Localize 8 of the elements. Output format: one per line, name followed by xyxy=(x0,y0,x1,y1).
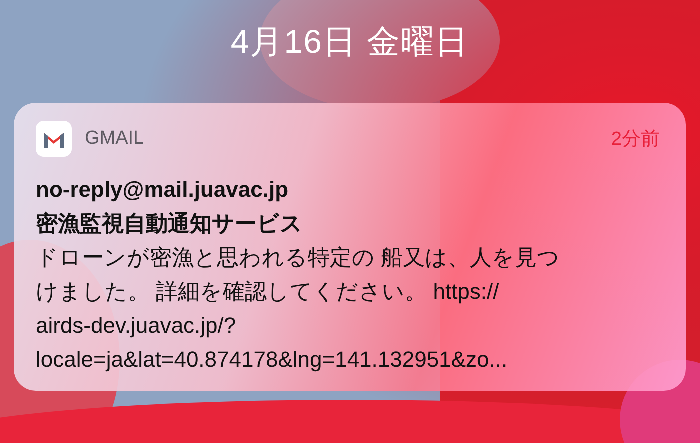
lock-screen-date: 4月16日 金曜日 xyxy=(230,22,470,62)
sender-address: no-reply@mail.juavac.jp xyxy=(36,176,290,204)
notification-subject: 密漁監視自動通知サービス xyxy=(36,210,304,238)
notification-card[interactable]: GMAIL 2分前 no-reply@mail.juavac.jp 密漁監視自動通知サービス ドローンが密漁と思われる特定の 船又は、人を見つ けました。 詳細を確認してください。 https:// airds-dev.juavac.jp/? locale=ja&lat=40.874178&lng=141.132951&zo... xyxy=(14,103,686,391)
app-name: GMAIL xyxy=(85,128,144,150)
notification-body: ドローンが密漁と思われる特定の 船又は、人を見つ けました。 詳細を確認してください。 https:// airds-dev.juavac.jp/? locale=ja&lat=40.874178&lng=141.132951&zo... xyxy=(36,244,562,374)
mail-app-icon xyxy=(36,121,72,157)
notification-time: 2分前 xyxy=(611,128,660,152)
